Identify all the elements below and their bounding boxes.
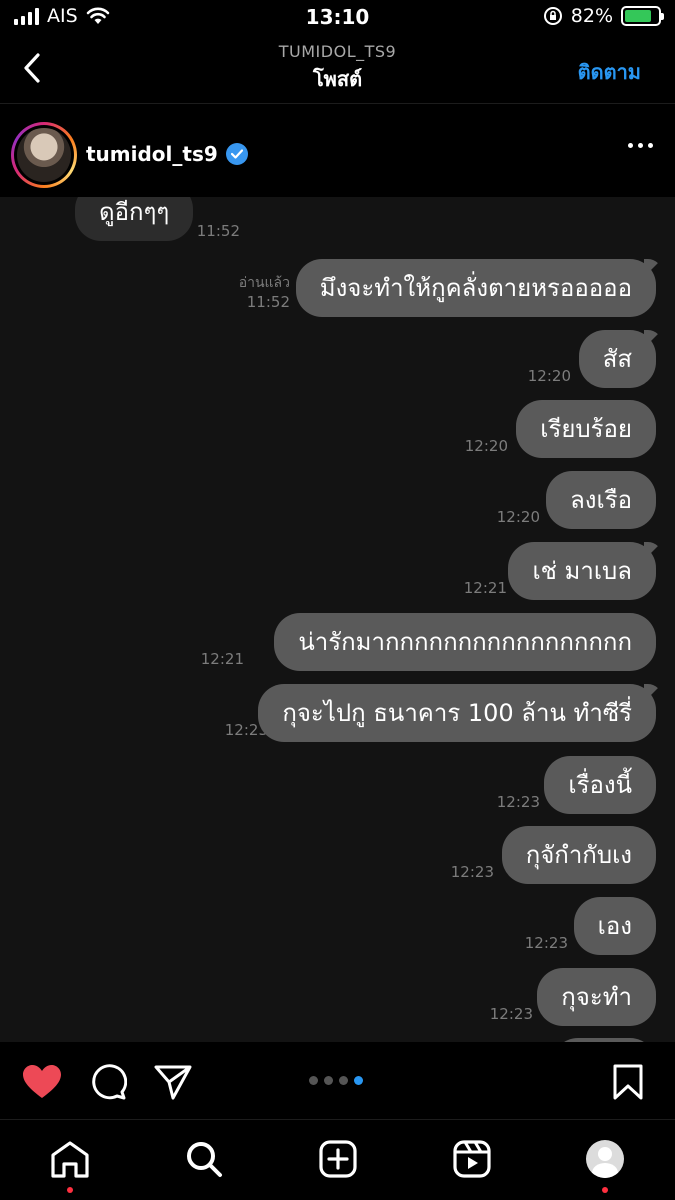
battery-percent: 82% bbox=[570, 5, 613, 27]
read-receipt: อ่านแล้ว bbox=[238, 275, 290, 291]
tab-home[interactable] bbox=[48, 1137, 92, 1181]
chat-bubble: กุจะไปกู ธนาคาร 100 ล้าน ทำซีรี่ bbox=[258, 684, 656, 742]
home-notification-dot bbox=[67, 1187, 73, 1193]
message-time: 11:52 bbox=[246, 293, 290, 311]
profile-notification-dot bbox=[602, 1187, 608, 1193]
tab-create[interactable] bbox=[316, 1137, 360, 1181]
post-username[interactable]: tumidol_ts9 bbox=[86, 142, 218, 166]
chat-bubble: เอง bbox=[573, 897, 656, 955]
chat-bubble: กุจะทำ bbox=[537, 968, 656, 1026]
avatar[interactable] bbox=[11, 122, 77, 188]
message-time: 12:23 bbox=[450, 863, 494, 881]
more-options-icon[interactable] bbox=[628, 143, 653, 148]
comment-icon bbox=[92, 1064, 127, 1100]
share-button[interactable] bbox=[153, 1062, 193, 1102]
chat-bubble: เรื่องนี้ bbox=[544, 756, 656, 814]
profile-icon bbox=[586, 1140, 624, 1178]
status-bar: AIS 13:10 82% bbox=[0, 0, 675, 36]
comment-button[interactable] bbox=[88, 1062, 128, 1102]
battery-icon bbox=[621, 6, 664, 26]
create-icon bbox=[319, 1140, 357, 1178]
message-time: 12:21 bbox=[463, 579, 507, 597]
page-title: โพสต์ bbox=[312, 67, 363, 91]
save-button[interactable] bbox=[608, 1062, 648, 1102]
orientation-lock-icon bbox=[543, 7, 562, 25]
tab-profile[interactable] bbox=[583, 1137, 627, 1181]
chat-bubble: ลงเรือ bbox=[546, 471, 656, 529]
carousel-dot bbox=[339, 1076, 348, 1085]
chat-bubble: มึงจะทำให้กูคลั่งตายหรอออออ bbox=[295, 259, 656, 317]
search-icon bbox=[187, 1142, 222, 1177]
message-time: 12:20 bbox=[464, 437, 508, 455]
post-image-chat: ดูอีกๆๆ 11:52 อ่านแล้ว 11:52 มึงจะทำให้ก… bbox=[0, 197, 675, 1042]
chat-bubble: เช่ มาเบล bbox=[508, 542, 656, 600]
tab-reels[interactable] bbox=[450, 1137, 494, 1181]
carousel-dot bbox=[324, 1076, 333, 1085]
post-actions bbox=[0, 1042, 675, 1120]
tab-search[interactable] bbox=[182, 1137, 226, 1181]
tab-bar bbox=[0, 1121, 675, 1200]
message-time: 12:23 bbox=[496, 793, 540, 811]
chat-bubble: เรียบร้อย bbox=[516, 400, 656, 458]
message-time: 12:23 bbox=[489, 1005, 533, 1023]
message-time: 11:52 bbox=[196, 222, 240, 240]
carousel-indicator bbox=[309, 1076, 363, 1085]
chat-bubble: ดูอีกๆๆ bbox=[75, 197, 194, 241]
message-time: 12:21 bbox=[200, 650, 244, 668]
chat-bubble: น่ารักมากกกกกกกกกกกกกกกกก bbox=[274, 613, 656, 671]
nav-title: TUMIDOL_TS9 โพสต์ bbox=[0, 42, 675, 95]
bookmark-icon bbox=[613, 1064, 643, 1100]
message-time: 12:23 bbox=[524, 934, 568, 952]
chat-bubble: กุจักำกับเง bbox=[501, 826, 656, 884]
reels-icon bbox=[453, 1140, 491, 1178]
heart-icon bbox=[23, 1065, 61, 1098]
like-button[interactable] bbox=[22, 1062, 62, 1102]
message-time: 12:20 bbox=[496, 508, 540, 526]
share-icon bbox=[154, 1065, 192, 1100]
home-icon bbox=[51, 1141, 89, 1178]
verified-badge-icon bbox=[225, 143, 248, 165]
chat-bubble: สัส bbox=[578, 330, 656, 388]
top-nav: TUMIDOL_TS9 โพสต์ ติดตาม bbox=[0, 36, 675, 104]
post-header: tumidol_ts9 bbox=[0, 105, 675, 197]
follow-button[interactable]: ติดตาม bbox=[578, 56, 641, 88]
carousel-dot bbox=[309, 1076, 318, 1085]
carousel-dot bbox=[354, 1076, 363, 1085]
message-time: 12:20 bbox=[527, 367, 571, 385]
post-username-row: tumidol_ts9 bbox=[86, 142, 248, 166]
nav-subtitle: TUMIDOL_TS9 bbox=[278, 42, 397, 61]
